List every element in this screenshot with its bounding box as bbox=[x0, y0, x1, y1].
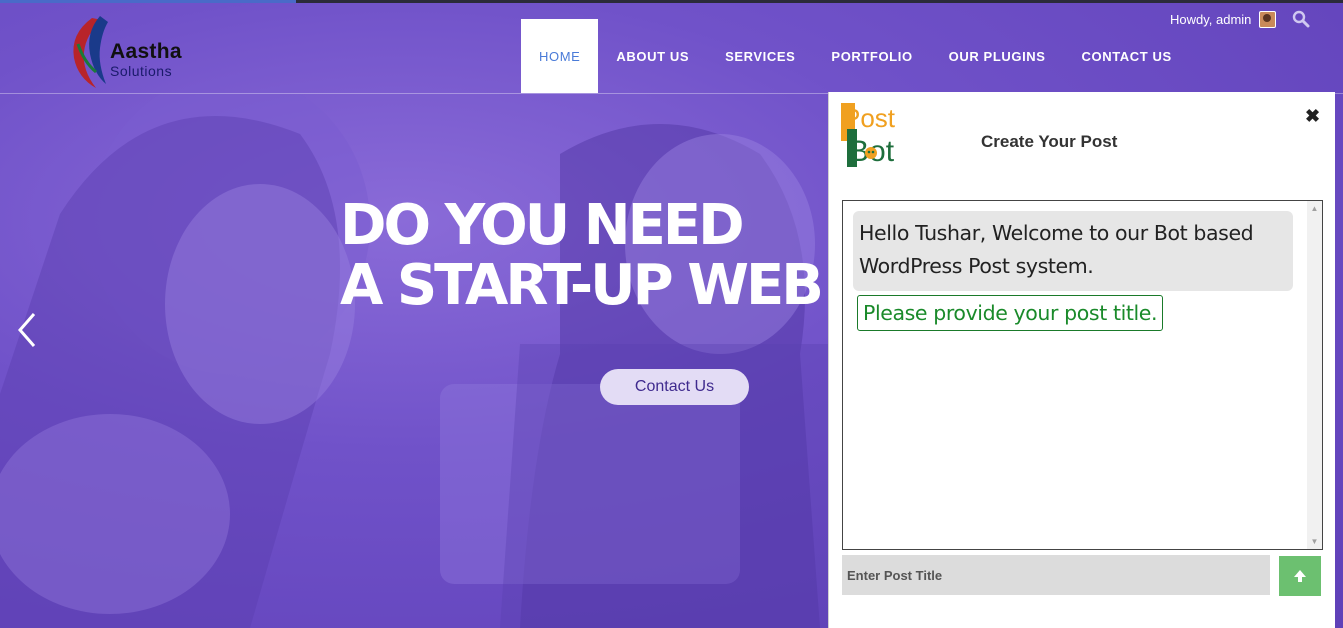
arrow-up-icon bbox=[1294, 570, 1306, 582]
chat-window[interactable]: Hello Tushar, Welcome to our Bot based W… bbox=[842, 200, 1323, 550]
howdy-text: Howdy, admin bbox=[1170, 12, 1252, 27]
hero-headline: DO YOU NEED A START-UP WEB bbox=[340, 196, 828, 316]
send-button[interactable] bbox=[1279, 556, 1321, 596]
loading-progress bbox=[0, 0, 296, 3]
logo-name: Aastha bbox=[110, 40, 182, 63]
scroll-up-icon[interactable]: ▲ bbox=[1307, 201, 1322, 216]
chat-scrollbar[interactable]: ▲ ▼ bbox=[1307, 201, 1322, 549]
nav-contact-us[interactable]: CONTACT US bbox=[1064, 19, 1190, 93]
bot-message: Hello Tushar, Welcome to our Bot based W… bbox=[853, 211, 1293, 291]
avatar[interactable] bbox=[1259, 11, 1277, 28]
postbot-panel: Post Bot Create Your Post ✖ Hello Tushar… bbox=[828, 92, 1335, 628]
main-nav: HOME ABOUT US SERVICES PORTFOLIO OUR PLU… bbox=[521, 19, 1190, 93]
hero-headline-line1: DO YOU NEED bbox=[340, 196, 745, 258]
panel-title: Create Your Post bbox=[981, 132, 1118, 151]
hero-photo bbox=[0, 94, 828, 628]
logo-subtitle: Solutions bbox=[110, 63, 173, 79]
postbot-logo: Post Bot bbox=[841, 103, 896, 167]
bot-prompt: Please provide your post title. bbox=[857, 295, 1164, 331]
site-logo[interactable]: Aastha Solutions bbox=[66, 14, 216, 90]
close-icon[interactable]: ✖ bbox=[1305, 106, 1320, 127]
postbot-logo-post: Post bbox=[843, 103, 896, 133]
page-top-bar bbox=[0, 0, 1343, 3]
logo-swoosh-icon bbox=[73, 16, 108, 88]
nav-services[interactable]: SERVICES bbox=[707, 19, 813, 93]
nav-portfolio[interactable]: PORTFOLIO bbox=[813, 19, 930, 93]
nav-about-us[interactable]: ABOUT US bbox=[598, 19, 707, 93]
hero-headline-line2: A START-UP WEB bbox=[340, 253, 824, 316]
chevron-left-icon[interactable] bbox=[14, 310, 40, 350]
search-icon[interactable] bbox=[1292, 10, 1310, 28]
post-title-input[interactable]: Enter Post Title bbox=[842, 555, 1270, 595]
nav-our-plugins[interactable]: OUR PLUGINS bbox=[931, 19, 1064, 93]
admin-greeting[interactable]: Howdy, admin bbox=[1170, 11, 1277, 28]
contact-us-button[interactable]: Contact Us bbox=[600, 369, 749, 405]
scroll-down-icon[interactable]: ▼ bbox=[1307, 534, 1322, 549]
nav-home[interactable]: HOME bbox=[521, 19, 599, 93]
